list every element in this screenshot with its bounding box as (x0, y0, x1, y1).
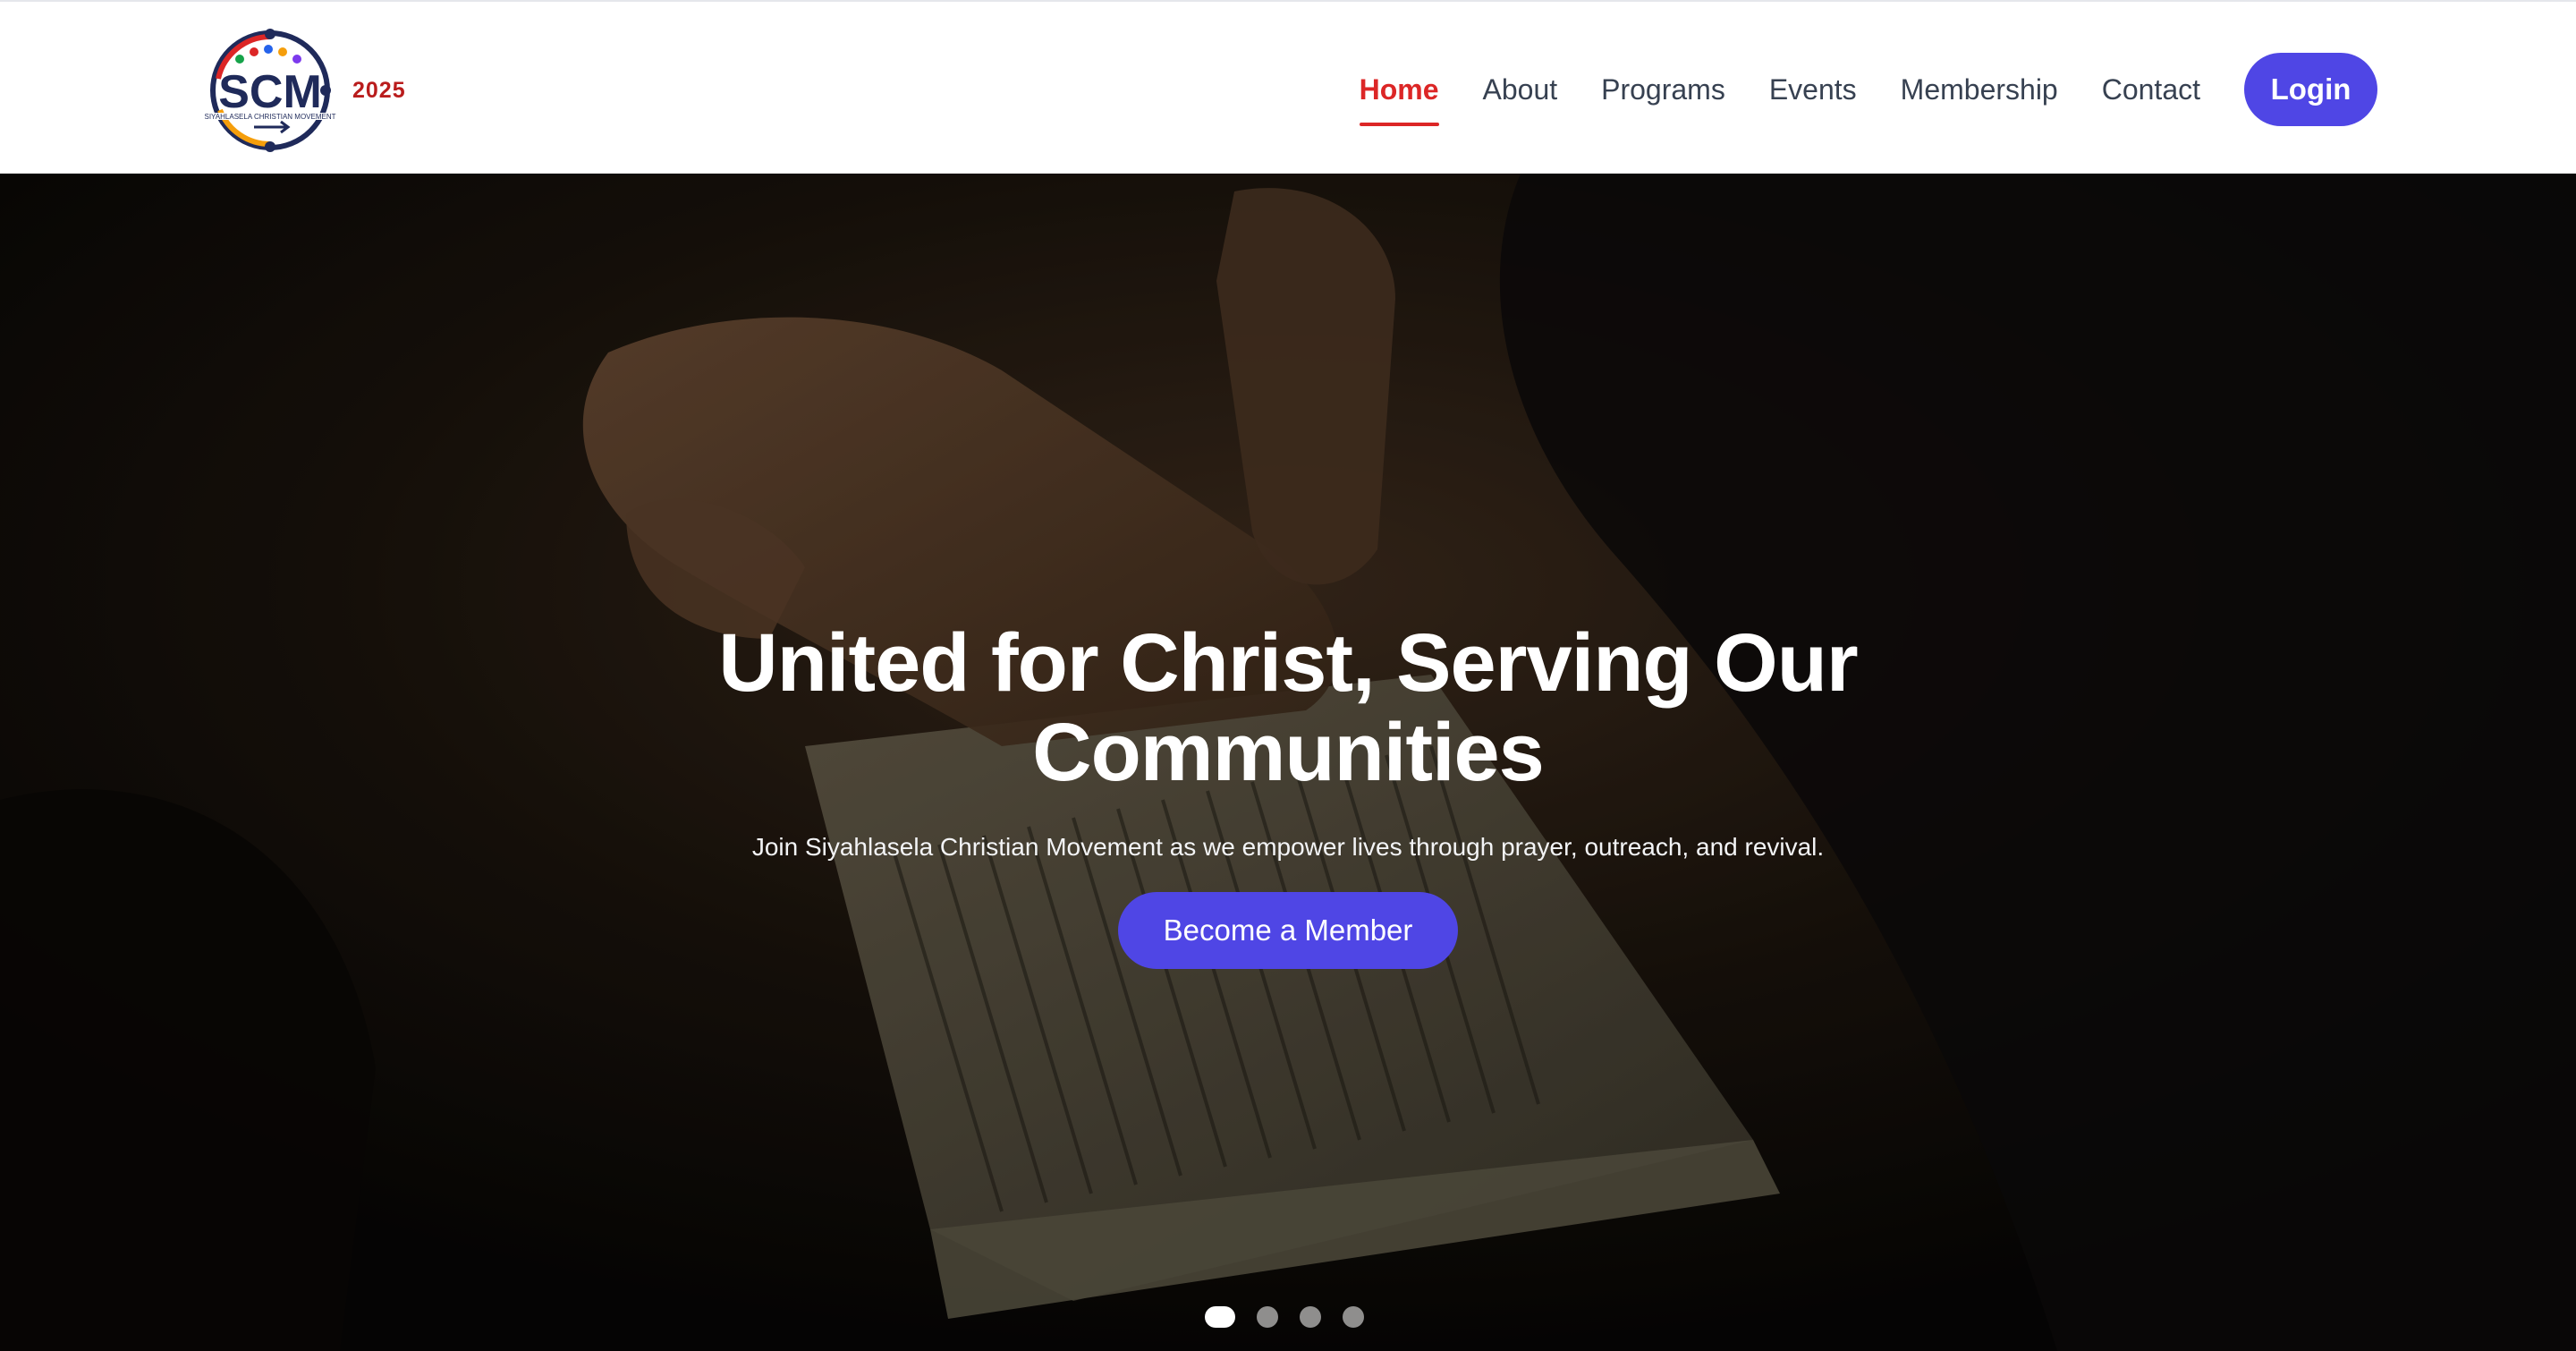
logo-ring-text: SIYAHLASELA CHRISTIAN MOVEMENT (205, 113, 336, 121)
carousel-dot-2[interactable] (1257, 1306, 1278, 1328)
nav-home[interactable]: Home (1359, 53, 1439, 126)
hero-content: United for Christ, Serving Our Communiti… (0, 618, 2576, 969)
carousel-indicators (0, 1306, 2572, 1328)
nav-contact[interactable]: Contact (2102, 53, 2200, 126)
hero-subtitle: Join Siyahlasela Christian Movement as w… (751, 833, 1825, 861)
scm-logo[interactable]: SCM SIYAHLASELA CHRISTIAN MOVEMENT (199, 25, 342, 156)
hero-title: United for Christ, Serving Our Communiti… (718, 617, 1858, 798)
login-button[interactable]: Login (2244, 53, 2377, 126)
brand-year: 2025 (352, 77, 406, 103)
nav-programs[interactable]: Programs (1601, 53, 1725, 126)
site-header: SCM SIYAHLASELA CHRISTIAN MOVEMENT 2025 … (0, 0, 2576, 174)
brand[interactable]: SCM SIYAHLASELA CHRISTIAN MOVEMENT 2025 (199, 25, 406, 156)
carousel-dot-4[interactable] (1343, 1306, 1364, 1328)
become-member-button[interactable]: Become a Member (1118, 892, 1458, 969)
nav-about[interactable]: About (1483, 53, 1558, 126)
main-nav: Home About Programs Events Membership Co… (1316, 53, 2377, 126)
carousel-dot-3[interactable] (1300, 1306, 1321, 1328)
nav-events[interactable]: Events (1769, 53, 1857, 126)
logo-text: SCM (218, 66, 322, 118)
hero-section: United for Christ, Serving Our Communiti… (0, 174, 2576, 1351)
nav-membership[interactable]: Membership (1901, 53, 2058, 126)
carousel-dot-1[interactable] (1205, 1306, 1235, 1328)
